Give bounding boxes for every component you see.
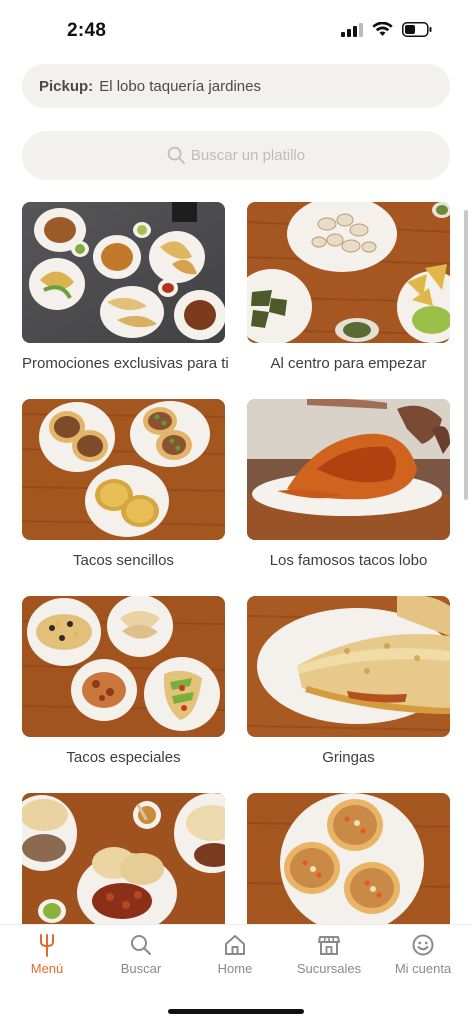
- category-card-al-centro[interactable]: Al centro para empezar: [247, 202, 450, 372]
- status-time: 2:48: [67, 20, 107, 41]
- store-icon: [318, 936, 340, 955]
- search-icon: [167, 146, 185, 164]
- category-card-promociones[interactable]: Promociones exclusivas para ti: [22, 202, 229, 372]
- category-label: Tacos sencillos: [73, 552, 174, 569]
- home-icon: [225, 935, 245, 955]
- pickup-location-selector[interactable]: Pickup: El lobo taquería jardines: [22, 64, 450, 108]
- search-placeholder: Buscar un platillo: [190, 147, 306, 164]
- battery-icon: [402, 22, 432, 37]
- category-card-tacos-lobo[interactable]: Los famosos tacos lobo: [247, 399, 450, 569]
- search-icon: [131, 935, 151, 955]
- tortillas-photo: [22, 793, 225, 924]
- status-bar: 2:48: [0, 0, 472, 60]
- category-label: Al centro para empezar: [270, 355, 427, 372]
- tab-home[interactable]: Home: [188, 933, 282, 976]
- pickup-label: Pickup:: [39, 77, 94, 95]
- tab-label: Menú: [30, 961, 64, 976]
- lobo-taco-photo: [247, 399, 450, 540]
- simple-tacos-photo: [22, 399, 225, 540]
- category-card-tostadas[interactable]: [247, 793, 450, 924]
- category-card-tacos-especiales[interactable]: Tacos especiales: [22, 596, 225, 766]
- tab-buscar[interactable]: Buscar: [94, 933, 188, 976]
- category-label: Tacos especiales: [66, 749, 181, 766]
- tab-label: Home: [217, 961, 253, 976]
- category-card-tacos-sencillos[interactable]: Tacos sencillos: [22, 399, 225, 569]
- tab-mi-cuenta[interactable]: Mi cuenta: [376, 933, 470, 976]
- smiley-icon: [412, 934, 434, 956]
- fork-icon: [40, 934, 54, 957]
- tostadas-photo: [247, 793, 450, 924]
- category-card-tortillas[interactable]: [22, 793, 225, 924]
- scrollbar[interactable]: [464, 210, 468, 500]
- gringas-photo: [247, 596, 450, 737]
- category-label: Los famosos tacos lobo: [269, 552, 428, 569]
- status-icons: [341, 22, 432, 37]
- category-label: Promociones exclusivas para ti: [22, 355, 229, 372]
- tab-sucursales[interactable]: Sucursales: [282, 933, 376, 976]
- search-input[interactable]: Buscar un platillo: [22, 131, 450, 180]
- special-tacos-photo: [22, 596, 225, 737]
- wifi-icon: [372, 22, 393, 36]
- category-card-gringas[interactable]: Gringas: [247, 596, 450, 766]
- home-indicator: [168, 1009, 304, 1014]
- tab-menu[interactable]: Menú: [0, 933, 94, 976]
- category-label: Gringas: [322, 749, 375, 766]
- tab-label: Mi cuenta: [394, 961, 452, 976]
- tab-label: Sucursales: [296, 961, 362, 976]
- signal-icon: [341, 22, 363, 37]
- tab-label: Buscar: [120, 961, 162, 976]
- mixed-platters-photo: [22, 202, 225, 343]
- appetizers-photo: [247, 202, 450, 343]
- pickup-location: El lobo taquería jardines: [99, 77, 261, 95]
